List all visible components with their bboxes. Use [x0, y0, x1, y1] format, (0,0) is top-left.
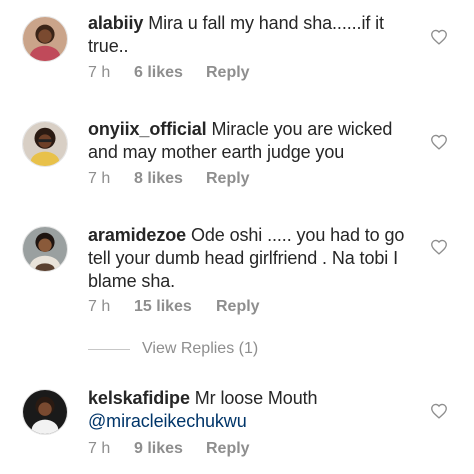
divider-line — [88, 348, 130, 350]
comment-time: 7 h — [88, 440, 111, 457]
avatar[interactable] — [22, 226, 68, 272]
comment-time: 7 h — [88, 64, 111, 81]
comment-time: 7 h — [88, 298, 111, 315]
comment-meta: 7 h 15 likes Reply — [88, 298, 260, 316]
avatar[interactable] — [22, 121, 68, 167]
comment-body: kelskafidipe Mr loose Mouth @miracleikec… — [88, 387, 418, 433]
comment-meta: 7 h 9 likes Reply — [88, 440, 250, 458]
avatar[interactable] — [22, 16, 68, 62]
heart-icon[interactable] — [430, 403, 448, 419]
comment-meta: 7 h 6 likes Reply — [88, 64, 250, 82]
reply-button[interactable]: Reply — [216, 298, 260, 316]
comment-username[interactable]: kelskafidipe — [88, 388, 190, 408]
comment-body: alabiiy Mira u fall my hand sha......if … — [88, 12, 418, 58]
comment-likes[interactable]: 6 likes — [134, 64, 206, 82]
comment-body: aramidezoe Ode oshi ..... you had to go … — [88, 224, 418, 293]
comment-time: 7 h — [88, 170, 111, 187]
comment-likes[interactable]: 9 likes — [134, 440, 206, 458]
comment-meta: 7 h 8 likes Reply — [88, 170, 250, 188]
view-replies-label: View Replies (1) — [142, 340, 259, 357]
reply-button[interactable]: Reply — [206, 440, 250, 458]
comment-likes[interactable]: 8 likes — [134, 170, 206, 188]
heart-icon[interactable] — [430, 134, 448, 150]
comment-username[interactable]: onyiix_official — [88, 119, 207, 139]
view-replies-link[interactable]: View Replies (1) — [88, 340, 258, 358]
heart-icon[interactable] — [430, 29, 448, 45]
comment-username[interactable]: alabiiy — [88, 13, 143, 33]
avatar[interactable] — [22, 389, 68, 435]
reply-button[interactable]: Reply — [206, 64, 250, 82]
comment-body: onyiix_official Miracle you are wicked a… — [88, 118, 418, 164]
comment-mention[interactable]: @miracleikechukwu — [88, 411, 247, 431]
heart-icon[interactable] — [430, 239, 448, 255]
reply-button[interactable]: Reply — [206, 170, 250, 188]
comment-text: Mr loose Mouth — [194, 388, 318, 408]
comment-likes[interactable]: 15 likes — [134, 298, 216, 316]
comment-username[interactable]: aramidezoe — [88, 225, 186, 245]
comments-page: alabiiy Mira u fall my hand sha......if … — [0, 0, 474, 474]
